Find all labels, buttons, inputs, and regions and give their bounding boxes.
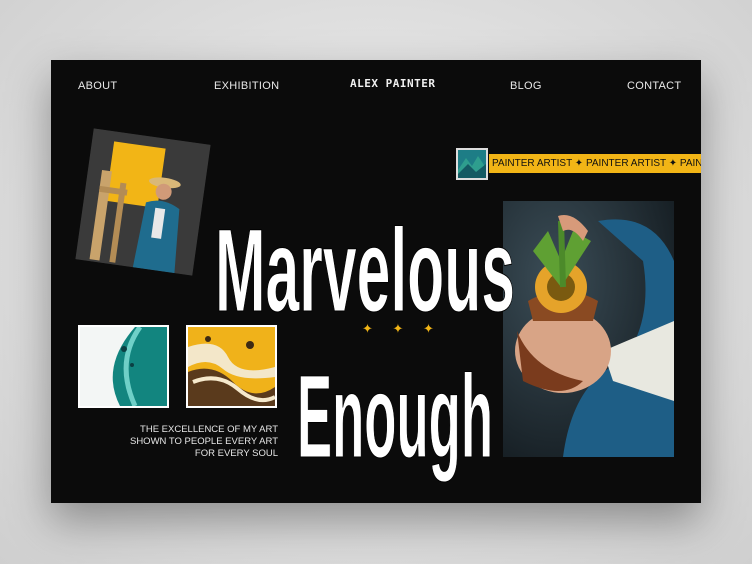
- tagline: THE EXCELLENCE OF MY ART SHOWN TO PEOPLE…: [113, 424, 278, 460]
- tagline-line2: SHOWN TO PEOPLE EVERY ART: [129, 436, 278, 447]
- tagline-line1: THE EXCELLENCE OF MY ART: [140, 424, 278, 435]
- headline-line2: Enough: [297, 351, 493, 483]
- tagline-line3: FOR EVERY SOUL: [194, 448, 278, 459]
- decorative-stars: ✦ ✦ ✦: [362, 321, 442, 336]
- headline-line1: Marvelous: [215, 205, 515, 337]
- landing-page: ABOUT EXHIBITION ALEX PAINTER BLOG CONTA…: [51, 60, 701, 503]
